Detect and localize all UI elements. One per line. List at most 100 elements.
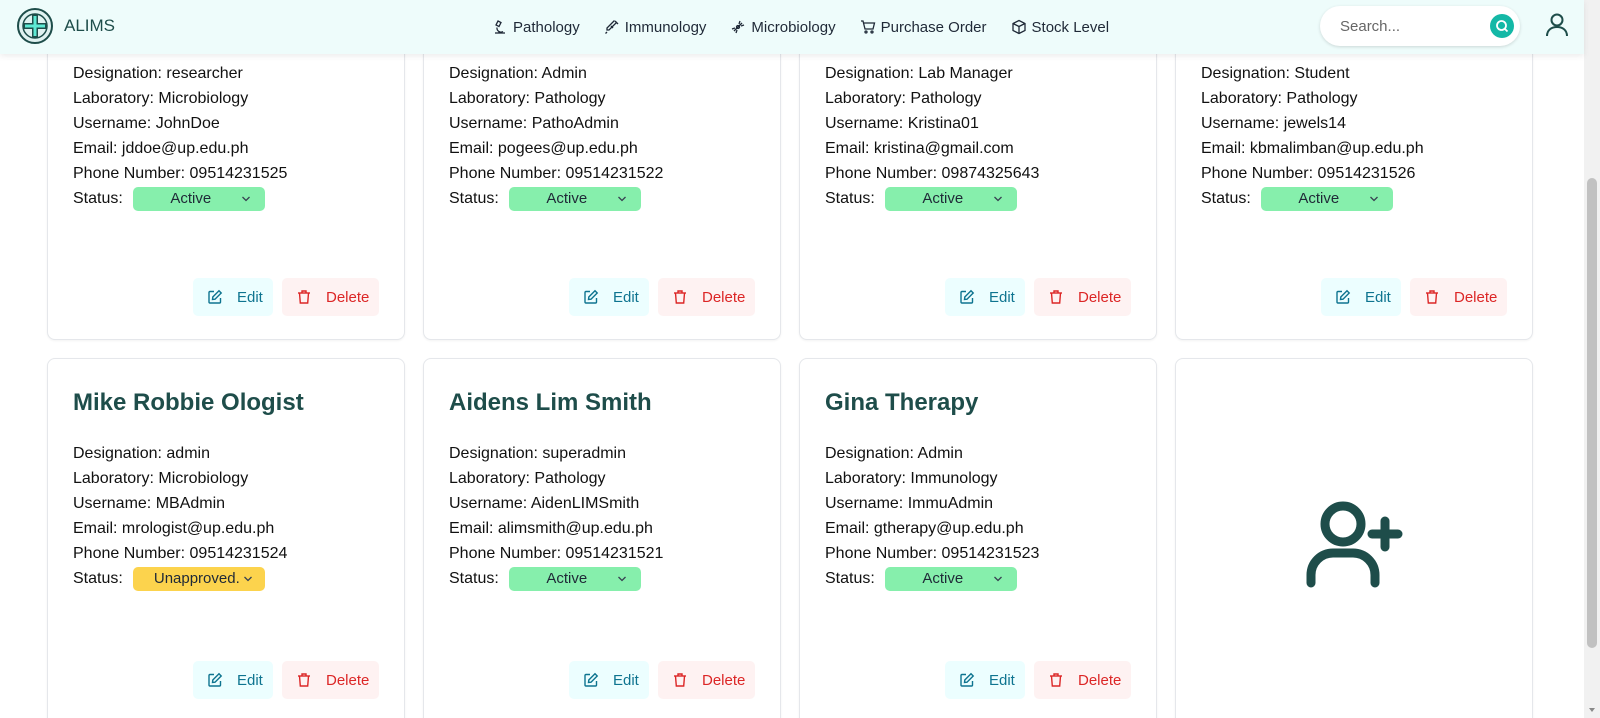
cart-icon: [860, 20, 875, 34]
app-name: ALIMS: [64, 16, 116, 35]
phone-line: Phone Number: 09514231522: [449, 165, 664, 182]
designation-line: Designation: Admin: [825, 445, 963, 462]
add-user-card[interactable]: [1175, 358, 1533, 718]
nav-label: Purchase Order: [880, 18, 987, 36]
email-line: Email: kristina@gmail.com: [825, 140, 1014, 157]
username-line: Username: jewels14: [1201, 115, 1346, 132]
user-name: Gina Therapy: [825, 389, 979, 416]
chevron-down-icon: [241, 196, 250, 201]
delete-button[interactable]: Delete: [1410, 278, 1507, 316]
delete-button[interactable]: Delete: [282, 278, 379, 316]
user-card: Designation: researcher Laboratory: Micr…: [47, 12, 405, 340]
designation-line: Designation: Student: [1201, 65, 1350, 82]
add-user-icon[interactable]: [1303, 499, 1403, 589]
nav-item-immunology[interactable]: Immunology: [604, 18, 707, 36]
delete-button[interactable]: Delete: [658, 278, 755, 316]
edit-icon: [584, 289, 599, 304]
nav-item-microbiology[interactable]: Microbiology: [730, 18, 836, 36]
card-actions: Edit Delete: [193, 278, 379, 316]
nav-item-purchase-order[interactable]: Purchase Order: [860, 19, 987, 36]
nav-label: Microbiology: [751, 18, 836, 36]
edit-icon: [584, 672, 599, 687]
microscope-icon: [495, 20, 505, 34]
laboratory-line: Laboratory: Pathology: [449, 90, 606, 107]
chevron-down-icon: [993, 196, 1002, 201]
laboratory-line: Laboratory: Immunology: [825, 470, 998, 487]
edit-button[interactable]: Edit: [1321, 278, 1401, 316]
card-actions: Edit Delete: [569, 661, 755, 699]
status-line: Status: Unapproved.: [73, 566, 287, 591]
status-dropdown[interactable]: Active: [884, 566, 1017, 591]
username-line: Username: Kristina01: [825, 115, 979, 132]
email-line: Email: alimsmith@up.edu.ph: [449, 520, 653, 537]
nav-item-pathology[interactable]: Pathology: [492, 19, 580, 36]
edit-icon: [208, 672, 223, 687]
chevron-down-icon: [617, 576, 626, 581]
laboratory-line: Laboratory: Microbiology: [73, 90, 249, 107]
edit-icon: [960, 289, 975, 304]
laboratory-line: Laboratory: Pathology: [825, 90, 982, 107]
delete-button[interactable]: Delete: [658, 661, 755, 699]
scroll-down-arrow-icon[interactable]: [1588, 706, 1596, 714]
user-info: Designation: superadmin Laboratory: Path…: [449, 441, 663, 591]
email-line: Email: kbmalimban@up.edu.ph: [1201, 140, 1424, 157]
syringe-icon: [604, 20, 619, 34]
edit-button[interactable]: Edit: [569, 278, 649, 316]
brand[interactable]: ALIMS: [16, 7, 115, 45]
trash-icon: [674, 673, 686, 687]
user-card: Gina Therapy Designation: Admin Laborato…: [799, 358, 1157, 718]
user-card: Mike Robbie Ologist Designation: admin L…: [47, 358, 405, 718]
status-dropdown[interactable]: Active: [1260, 186, 1393, 211]
edit-button[interactable]: Edit: [569, 661, 649, 699]
delete-button[interactable]: Delete: [1034, 278, 1131, 316]
status-dropdown[interactable]: Active: [884, 186, 1017, 211]
user-info: Designation: Admin Laboratory: Pathology…: [449, 61, 663, 211]
status-line: Status: Active: [449, 566, 663, 591]
edit-button[interactable]: Edit: [945, 278, 1025, 316]
user-info: Designation: Lab Manager Laboratory: Pat…: [825, 61, 1039, 211]
status-dropdown[interactable]: Active: [508, 186, 641, 211]
status-line: Status: Active: [825, 566, 1039, 591]
search-input[interactable]: [1340, 17, 1490, 35]
edit-button[interactable]: Edit: [945, 661, 1025, 699]
edit-icon: [208, 289, 223, 304]
trash-icon: [1050, 673, 1062, 687]
search-button[interactable]: [1490, 14, 1514, 38]
status-dropdown[interactable]: Unapproved.: [132, 566, 265, 591]
trash-icon: [1050, 290, 1062, 304]
email-line: Email: jddoe@up.edu.ph: [73, 140, 249, 157]
trash-icon: [298, 673, 310, 687]
user-card: Aidens Lim Smith Designation: superadmin…: [423, 358, 781, 718]
user-profile-icon[interactable]: [1544, 12, 1570, 38]
delete-button[interactable]: Delete: [282, 661, 379, 699]
nav-label: Immunology: [624, 18, 707, 36]
username-line: Username: AidenLIMSmith: [449, 495, 640, 512]
designation-line: Designation: researcher: [73, 65, 243, 82]
status-dropdown[interactable]: Active: [132, 186, 265, 211]
scrollbar-thumb[interactable]: [1587, 178, 1597, 648]
card-actions: Edit Delete: [193, 661, 379, 699]
nav-item-stock-level[interactable]: Stock Level: [1011, 18, 1110, 36]
status-line: Status: Active: [1201, 186, 1424, 211]
edit-button[interactable]: Edit: [193, 278, 273, 316]
chevron-down-icon: [617, 196, 626, 201]
user-card: Designation: Admin Laboratory: Pathology…: [423, 12, 781, 340]
status-dropdown[interactable]: Active: [508, 566, 641, 591]
username-line: Username: JohnDoe: [73, 115, 220, 132]
chevron-down-icon: [993, 576, 1002, 581]
phone-line: Phone Number: 09514231525: [73, 165, 288, 182]
edit-button[interactable]: Edit: [193, 661, 273, 699]
email-line: Email: gtherapy@up.edu.ph: [825, 520, 1024, 537]
card-actions: Edit Delete: [569, 278, 755, 316]
status-line: Status: Active: [73, 186, 287, 211]
box-icon: [1011, 19, 1026, 35]
laboratory-line: Laboratory: Microbiology: [73, 470, 249, 487]
edit-icon: [960, 672, 975, 687]
nav-label: Stock Level: [1031, 18, 1110, 36]
bacteria-icon: [732, 20, 745, 34]
delete-button[interactable]: Delete: [1034, 661, 1131, 699]
username-line: Username: ImmuAdmin: [825, 495, 994, 512]
phone-line: Phone Number: 09514231521: [449, 545, 664, 562]
user-name: Mike Robbie Ologist: [73, 389, 304, 416]
email-line: Email: mrologist@up.edu.ph: [73, 520, 275, 537]
